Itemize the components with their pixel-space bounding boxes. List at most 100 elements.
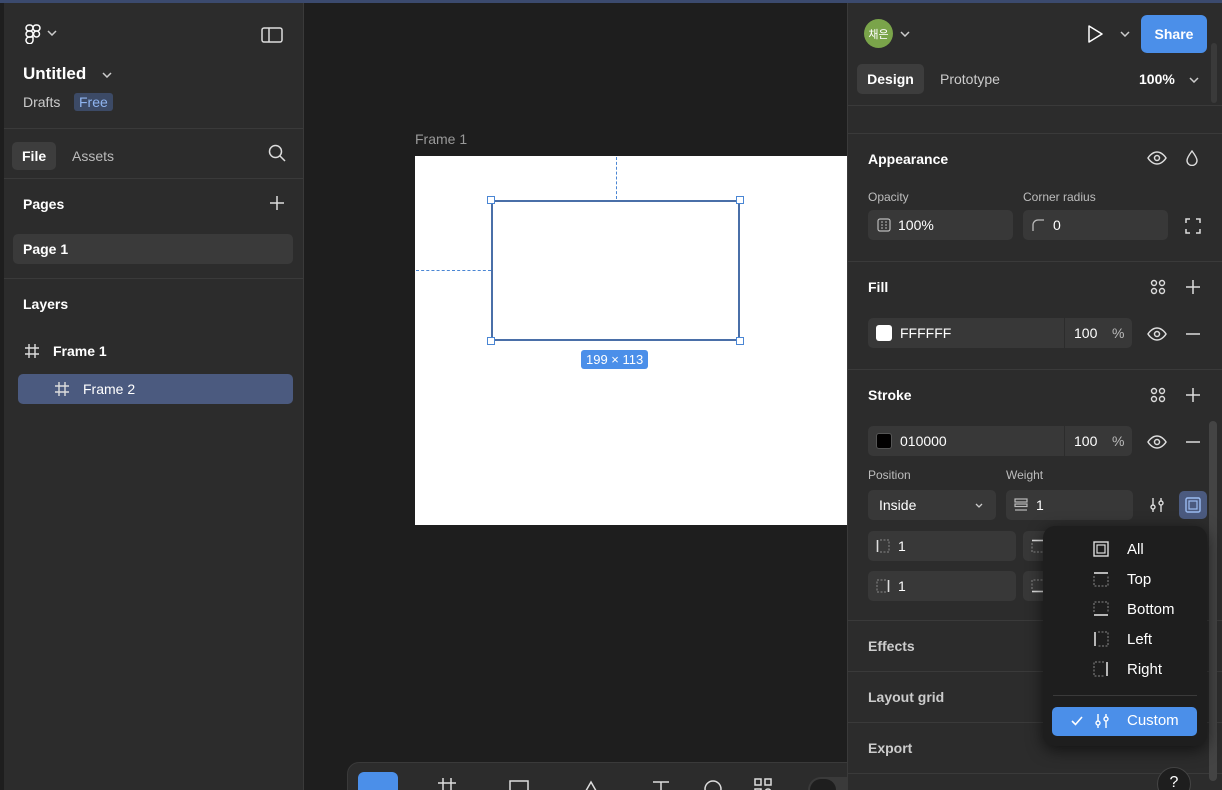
toggle-sidebar-icon[interactable] (260, 25, 284, 45)
fill-title: Fill (868, 279, 889, 295)
stroke-left-icon (1094, 631, 1109, 647)
stroke-weight-label: Weight (1006, 468, 1044, 482)
frame-label[interactable]: Frame 1 (415, 131, 467, 147)
chevron-down-icon[interactable] (1188, 74, 1200, 86)
stroke-weight-icon (1013, 497, 1029, 513)
export-title[interactable]: Export (868, 740, 912, 756)
chevron-down-icon[interactable] (46, 27, 58, 39)
appearance-title: Appearance (868, 151, 949, 167)
resize-handle[interactable] (736, 196, 744, 204)
move-tool-button[interactable] (358, 772, 398, 790)
stroke-left-value: 1 (898, 538, 906, 554)
text-tool-icon[interactable] (650, 779, 672, 790)
search-icon[interactable] (267, 143, 287, 163)
guide-line (616, 157, 617, 199)
resize-handle[interactable] (736, 337, 744, 345)
stroke-position-label: Position (868, 468, 911, 482)
layer-item-frame-2[interactable]: Frame 2 (18, 374, 293, 404)
eye-icon[interactable] (1147, 325, 1167, 343)
stroke-right-value: 1 (898, 578, 906, 594)
menu-item-label: Bottom (1127, 600, 1175, 618)
opacity-value: 100% (898, 217, 934, 233)
menu-item-bottom[interactable]: Bottom (1043, 595, 1207, 623)
tab-design[interactable]: Design (857, 64, 924, 94)
layer-item-frame-1[interactable]: Frame 1 (18, 336, 294, 366)
scrollbar-track[interactable] (1211, 43, 1217, 103)
add-stroke-icon[interactable] (1184, 386, 1202, 404)
stroke-left-icon (875, 538, 891, 554)
frame-tool-icon[interactable] (436, 777, 458, 790)
styles-icon[interactable] (1149, 386, 1167, 404)
play-icon[interactable] (1085, 23, 1105, 45)
help-button[interactable]: ? (1157, 767, 1191, 790)
layout-grid-title[interactable]: Layout grid (868, 689, 944, 705)
guide-line (416, 270, 491, 271)
stroke-weight-field[interactable]: 1 (1006, 490, 1133, 520)
add-page-icon[interactable] (268, 194, 286, 212)
eye-icon[interactable] (1147, 433, 1167, 451)
divider (4, 128, 304, 129)
bottom-toolbar (347, 762, 873, 790)
avatar[interactable]: 채은 (864, 19, 893, 48)
chevron-down-icon[interactable] (1119, 28, 1131, 40)
stroke-opacity-unit: % (1112, 433, 1125, 449)
menu-item-custom[interactable]: Custom (1052, 707, 1197, 736)
resize-handle[interactable] (487, 337, 495, 345)
chevron-down-icon[interactable] (899, 28, 911, 40)
figma-logo-icon[interactable] (22, 23, 44, 45)
stroke-settings-icon[interactable] (1148, 495, 1166, 515)
chevron-down-icon[interactable] (101, 69, 113, 81)
fill-swatch[interactable] (876, 325, 892, 341)
styles-icon[interactable] (1149, 278, 1167, 296)
dev-mode-knob (810, 779, 836, 790)
resize-handle[interactable] (487, 196, 495, 204)
left-panel: Untitled Drafts Free File Assets Pages P… (4, 3, 304, 790)
fill-color-field[interactable]: FFFFFF 100 % (868, 318, 1132, 348)
stroke-swatch[interactable] (876, 433, 892, 449)
pen-tool-icon[interactable] (580, 779, 602, 790)
file-location[interactable]: Drafts (23, 94, 60, 110)
opacity-field[interactable]: 100% (868, 210, 1013, 240)
divider (4, 278, 304, 279)
menu-item-all[interactable]: All (1043, 535, 1207, 563)
remove-stroke-icon[interactable] (1184, 433, 1202, 451)
opacity-icon (876, 217, 892, 233)
blend-mode-icon[interactable] (1184, 148, 1200, 168)
zoom-level[interactable]: 100% (1139, 71, 1175, 87)
menu-item-top[interactable]: Top (1043, 565, 1207, 593)
opacity-label: Opacity (868, 190, 909, 204)
fill-opacity: 100 (1074, 325, 1098, 341)
independent-corners-icon[interactable] (1184, 217, 1202, 235)
stroke-color-field[interactable]: 010000 100 % (868, 426, 1132, 456)
add-fill-icon[interactable] (1184, 278, 1202, 296)
menu-item-right[interactable]: Right (1043, 655, 1207, 683)
page-item[interactable]: Page 1 (13, 234, 293, 264)
layer-label: Frame 2 (83, 381, 136, 397)
stroke-bottom-icon (1093, 601, 1109, 616)
individual-strokes-button[interactable] (1179, 491, 1207, 519)
share-button[interactable]: Share (1141, 15, 1207, 53)
frame-2[interactable] (491, 200, 740, 341)
layers-header: Layers (23, 296, 69, 312)
stroke-position-select[interactable]: Inside (868, 490, 996, 520)
remove-fill-icon[interactable] (1184, 325, 1202, 343)
scrollbar-thumb[interactable] (1209, 421, 1217, 781)
menu-item-left[interactable]: Left (1043, 625, 1207, 653)
comment-tool-icon[interactable] (702, 779, 724, 790)
tab-assets[interactable]: Assets (72, 148, 114, 164)
stroke-right-field[interactable]: 1 (868, 571, 1016, 601)
rectangle-tool-icon[interactable] (508, 779, 530, 790)
corner-radius-field[interactable]: 0 (1023, 210, 1168, 240)
help-icon: ? (1169, 774, 1179, 790)
file-name[interactable]: Untitled (23, 64, 86, 84)
stroke-left-field[interactable]: 1 (868, 531, 1016, 561)
stroke-hex: 010000 (900, 433, 947, 449)
effects-title[interactable]: Effects (868, 638, 915, 654)
tab-prototype[interactable]: Prototype (940, 71, 1000, 87)
frame-icon (24, 343, 40, 359)
share-button-label: Share (1154, 26, 1194, 42)
menu-item-label: Left (1127, 630, 1153, 648)
actions-tool-icon[interactable] (752, 777, 774, 790)
tab-file[interactable]: File (12, 142, 57, 170)
eye-icon[interactable] (1147, 149, 1167, 167)
